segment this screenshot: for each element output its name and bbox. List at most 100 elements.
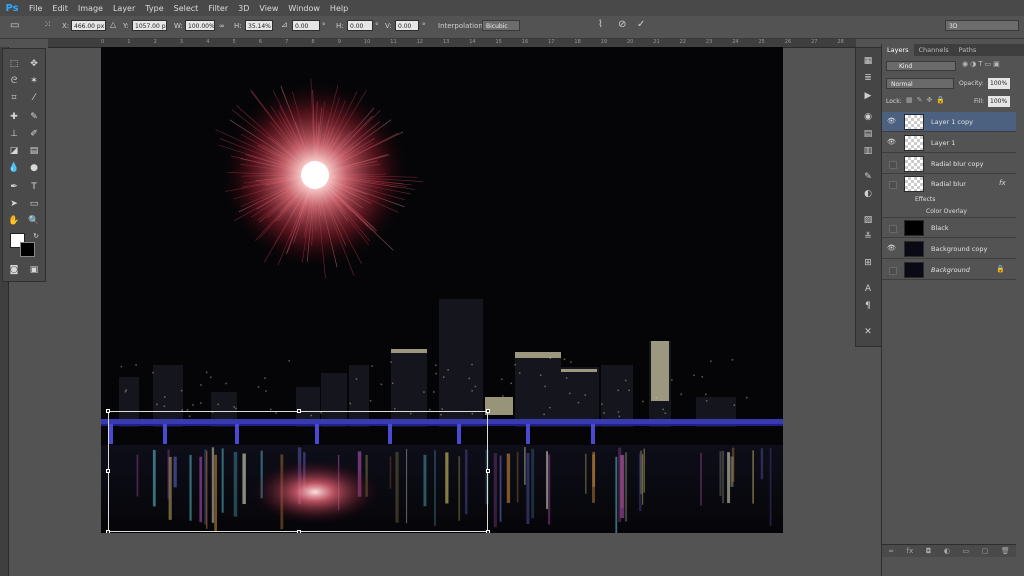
- vskew-field[interactable]: 0.00: [395, 20, 419, 31]
- layer-row[interactable]: 👁 Layer 1 copy: [882, 112, 1016, 132]
- transform-bounding-box[interactable]: [108, 411, 488, 532]
- opacity-field[interactable]: 100%: [988, 78, 1010, 89]
- h-field[interactable]: 35.14%: [245, 20, 273, 31]
- y-field[interactable]: 1057.00 p: [132, 20, 167, 31]
- tool-presets-panel-icon[interactable]: ⊞: [861, 256, 875, 270]
- lasso-tool-icon[interactable]: ᘓ: [7, 74, 21, 88]
- transform-handle[interactable]: [106, 469, 110, 473]
- menu-edit[interactable]: Edit: [47, 4, 73, 13]
- reference-point-icon[interactable]: ⁙: [44, 20, 52, 30]
- crop-tool-icon[interactable]: ⌗: [7, 91, 21, 105]
- color-panel-icon[interactable]: ◐: [861, 187, 875, 201]
- tab-paths[interactable]: Paths: [954, 44, 982, 56]
- info-panel-icon[interactable]: ▤: [861, 127, 875, 141]
- link-layers-icon[interactable]: ∞: [888, 547, 894, 555]
- fx-badge[interactable]: fx: [999, 179, 1006, 187]
- delta-icon[interactable]: △: [110, 20, 116, 29]
- menu-image[interactable]: Image: [73, 4, 108, 13]
- layer-row[interactable]: Radial blur fx Effects Color Overlay: [882, 174, 1016, 218]
- fill-field[interactable]: 100%: [988, 96, 1010, 107]
- pen-tool-icon[interactable]: ✒: [7, 180, 21, 194]
- brush-tool-icon[interactable]: ✎: [27, 110, 41, 124]
- swatches-panel-icon[interactable]: ▥: [861, 144, 875, 158]
- tools-panel-icon[interactable]: ✕: [861, 325, 875, 339]
- adjustment-layer-icon[interactable]: ◐: [944, 547, 950, 555]
- styles-panel-icon[interactable]: ▨: [861, 213, 875, 227]
- paragraph-panel-icon[interactable]: ¶: [861, 299, 875, 313]
- dodge-tool-icon[interactable]: ●: [27, 161, 41, 175]
- transform-handle[interactable]: [486, 530, 490, 533]
- kind-filter-select[interactable]: Kind: [886, 61, 956, 71]
- hand-tool-icon[interactable]: ✋: [7, 214, 21, 228]
- visibility-toggle[interactable]: [889, 267, 897, 275]
- lock-icons[interactable]: ▦✎✥🔒: [906, 96, 949, 104]
- interpolation-select[interactable]: Bicubic: [482, 20, 520, 31]
- gradient-tool-icon[interactable]: ▤: [27, 144, 41, 158]
- menu-type[interactable]: Type: [140, 4, 168, 13]
- marquee-tool-icon[interactable]: ⬚: [7, 57, 21, 71]
- blur-tool-icon[interactable]: 💧: [7, 161, 21, 175]
- document-canvas[interactable]: [101, 47, 783, 533]
- history-panel-icon[interactable]: ▦: [861, 54, 875, 68]
- brush-panel-icon[interactable]: ✎: [861, 170, 875, 184]
- healing-brush-tool-icon[interactable]: ✚: [7, 110, 21, 124]
- transform-tool-icon[interactable]: ▭: [10, 20, 19, 31]
- commit-transform-icon[interactable]: ✓: [637, 19, 645, 30]
- trash-icon[interactable]: 🗑: [1001, 547, 1010, 555]
- fx-icon[interactable]: fx: [907, 547, 914, 555]
- rotate-field[interactable]: 0.00: [292, 20, 320, 31]
- visibility-toggle[interactable]: [889, 161, 897, 169]
- clone-stamp-tool-icon[interactable]: ⊥: [7, 127, 21, 141]
- eyedropper-tool-icon[interactable]: ⁄: [27, 91, 41, 105]
- visibility-eye-icon[interactable]: 👁: [887, 138, 896, 147]
- shape-tool-icon[interactable]: ▭: [27, 197, 41, 211]
- filter-icons[interactable]: ◉◑T▭▣: [962, 60, 1016, 68]
- type-tool-icon[interactable]: T: [27, 180, 41, 194]
- x-field[interactable]: 466.00 px: [71, 20, 106, 31]
- visibility-eye-icon[interactable]: 👁: [887, 117, 896, 126]
- workspace-select[interactable]: 3D: [945, 20, 1019, 31]
- transform-handle[interactable]: [486, 409, 490, 413]
- w-field[interactable]: 100.00%: [185, 20, 215, 31]
- transform-handle[interactable]: [106, 409, 110, 413]
- properties-panel-icon[interactable]: ≣: [861, 71, 875, 85]
- menu-select[interactable]: Select: [169, 4, 204, 13]
- screen-mode-icon[interactable]: ▣: [27, 263, 41, 277]
- background-color-swatch[interactable]: [20, 242, 35, 257]
- mask-icon[interactable]: ◘: [926, 547, 932, 555]
- layer-row[interactable]: 👁 Layer 1: [882, 133, 1016, 153]
- tab-channels[interactable]: Channels: [914, 44, 954, 56]
- menu-window[interactable]: Window: [283, 4, 325, 13]
- path-selection-tool-icon[interactable]: ➤: [7, 197, 21, 211]
- layer-row[interactable]: Black: [882, 218, 1016, 238]
- menu-file[interactable]: File: [24, 4, 47, 13]
- blend-mode-select[interactable]: Normal: [886, 78, 954, 89]
- group-folder-icon[interactable]: ▭: [963, 547, 970, 555]
- hskew-field[interactable]: 0.00: [347, 20, 373, 31]
- cancel-transform-icon[interactable]: ⊘: [618, 19, 626, 30]
- visibility-toggle[interactable]: [889, 181, 897, 189]
- magic-wand-tool-icon[interactable]: ✶: [27, 74, 41, 88]
- character-panel-icon[interactable]: A: [861, 282, 875, 296]
- eraser-tool-icon[interactable]: ◪: [7, 144, 21, 158]
- swap-colors-icon[interactable]: ↻: [29, 229, 43, 243]
- warp-icon[interactable]: ⌇: [598, 19, 603, 30]
- actions-panel-icon[interactable]: ▶: [861, 89, 875, 103]
- clone-source-panel-icon[interactable]: ≚: [861, 230, 875, 244]
- menu-help[interactable]: Help: [325, 4, 353, 13]
- menu-filter[interactable]: Filter: [203, 4, 233, 13]
- layer-row[interactable]: Background 🔒: [882, 260, 1016, 280]
- menu-layer[interactable]: Layer: [108, 4, 140, 13]
- transform-handle[interactable]: [297, 530, 301, 533]
- visibility-toggle[interactable]: [889, 225, 897, 233]
- zoom-tool-icon[interactable]: 🔍: [27, 214, 41, 228]
- tab-layers[interactable]: Layers: [882, 44, 914, 56]
- menu-view[interactable]: View: [254, 4, 283, 13]
- link-icon[interactable]: ∞: [219, 22, 225, 30]
- visibility-eye-icon[interactable]: 👁: [887, 244, 896, 253]
- quick-mask-icon[interactable]: ◙: [7, 263, 21, 277]
- menu-3d[interactable]: 3D: [233, 4, 254, 13]
- history-brush-tool-icon[interactable]: ✐: [27, 127, 41, 141]
- adjustments-panel-icon[interactable]: ◉: [861, 110, 875, 124]
- transform-handle[interactable]: [297, 409, 301, 413]
